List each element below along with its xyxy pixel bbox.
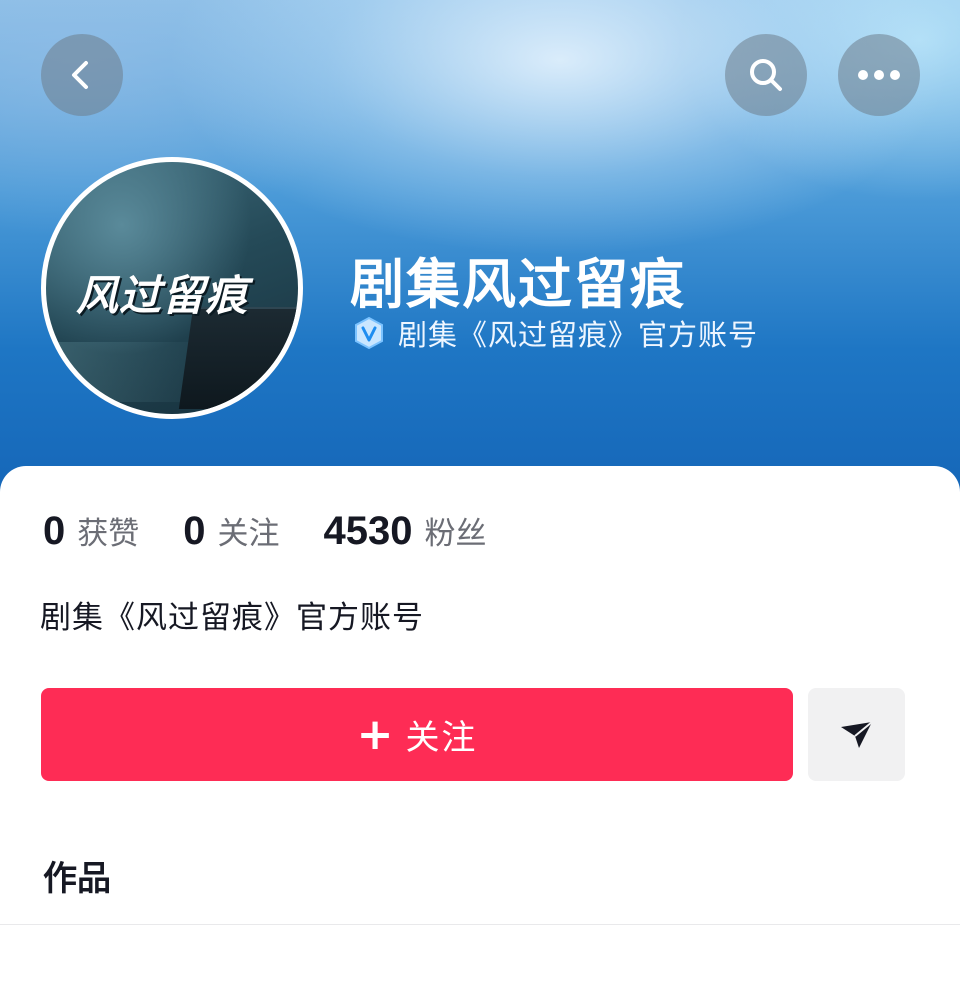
avatar-title-text: 风过留痕	[76, 271, 249, 320]
verified-badge-icon	[355, 316, 383, 350]
stat-followers[interactable]: 4530 粉丝	[324, 508, 487, 554]
account-name: 剧集风过留痕	[350, 253, 686, 316]
search-button[interactable]	[725, 34, 807, 116]
verification-row: 剧集《风过留痕》官方账号	[352, 312, 758, 354]
stat-following-value: 0	[183, 509, 206, 553]
verified-description: 剧集《风过留痕》官方账号	[398, 318, 759, 352]
bio-text: 剧集《风过留痕》官方账号	[40, 600, 424, 636]
stat-following[interactable]: 0 关注	[183, 508, 279, 554]
search-icon	[750, 59, 782, 91]
stat-likes[interactable]: 0 获赞	[43, 508, 139, 554]
stat-likes-label: 获赞	[77, 516, 140, 552]
stat-followers-value: 4530	[323, 509, 413, 553]
more-horizontal-icon	[858, 70, 900, 80]
follow-button-label: 关注	[405, 718, 478, 758]
follow-button[interactable]: + 关注	[41, 688, 793, 781]
stat-followers-label: 粉丝	[424, 516, 487, 552]
chevron-left-icon	[72, 61, 88, 89]
share-button[interactable]	[808, 688, 905, 781]
stat-likes-value: 0	[43, 509, 66, 553]
plus-icon: +	[356, 708, 394, 760]
section-divider	[0, 924, 960, 925]
avatar[interactable]: 风过留痕	[41, 157, 303, 419]
stats-row: 0 获赞 0 关注 4530 粉丝	[43, 508, 530, 554]
back-button[interactable]	[41, 34, 123, 116]
stat-following-label: 关注	[217, 516, 280, 552]
works-section-title[interactable]: 作品	[43, 851, 111, 900]
more-button[interactable]	[838, 34, 920, 116]
send-arrow-icon	[840, 720, 873, 748]
